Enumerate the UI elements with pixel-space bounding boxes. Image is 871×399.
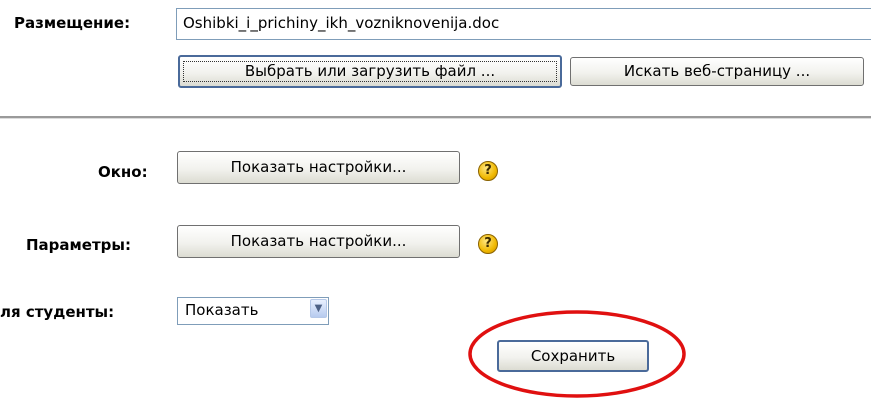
section-divider — [0, 116, 871, 119]
students-visibility-value: Показать — [185, 301, 259, 319]
placement-label: Размещение: — [14, 14, 131, 32]
students-visibility-select[interactable]: Показать ▼ — [177, 297, 329, 325]
save-button-label: Сохранить — [530, 347, 616, 365]
window-show-settings-label: Показать настройки... — [230, 158, 407, 176]
help-icon[interactable]: ? — [478, 234, 498, 254]
parameters-label: Параметры: — [26, 236, 131, 254]
students-visibility-label: ля студенты: — [0, 303, 115, 321]
save-button[interactable]: Сохранить — [497, 340, 649, 372]
search-web-page-label: Искать веб-страницу ... — [623, 62, 811, 80]
choose-or-upload-file-label: Выбрать или загрузить файл ... — [183, 61, 557, 82]
file-location-field[interactable]: Oshibki_i_prichiny_ikh_vozniknovenija.do… — [176, 8, 871, 40]
resource-settings-form: Размещение: Oshibki_i_prichiny_ikh_vozni… — [0, 0, 871, 399]
parameters-show-settings-label: Показать настройки... — [230, 232, 407, 250]
search-web-page-button[interactable]: Искать веб-страницу ... — [570, 57, 864, 86]
window-label: Окно: — [98, 163, 148, 181]
window-show-settings-button[interactable]: Показать настройки... — [177, 151, 460, 184]
help-icon[interactable]: ? — [478, 161, 498, 181]
parameters-show-settings-button[interactable]: Показать настройки... — [177, 225, 460, 258]
chevron-down-icon[interactable]: ▼ — [310, 299, 327, 318]
choose-or-upload-file-button[interactable]: Выбрать или загрузить файл ... — [178, 55, 562, 88]
